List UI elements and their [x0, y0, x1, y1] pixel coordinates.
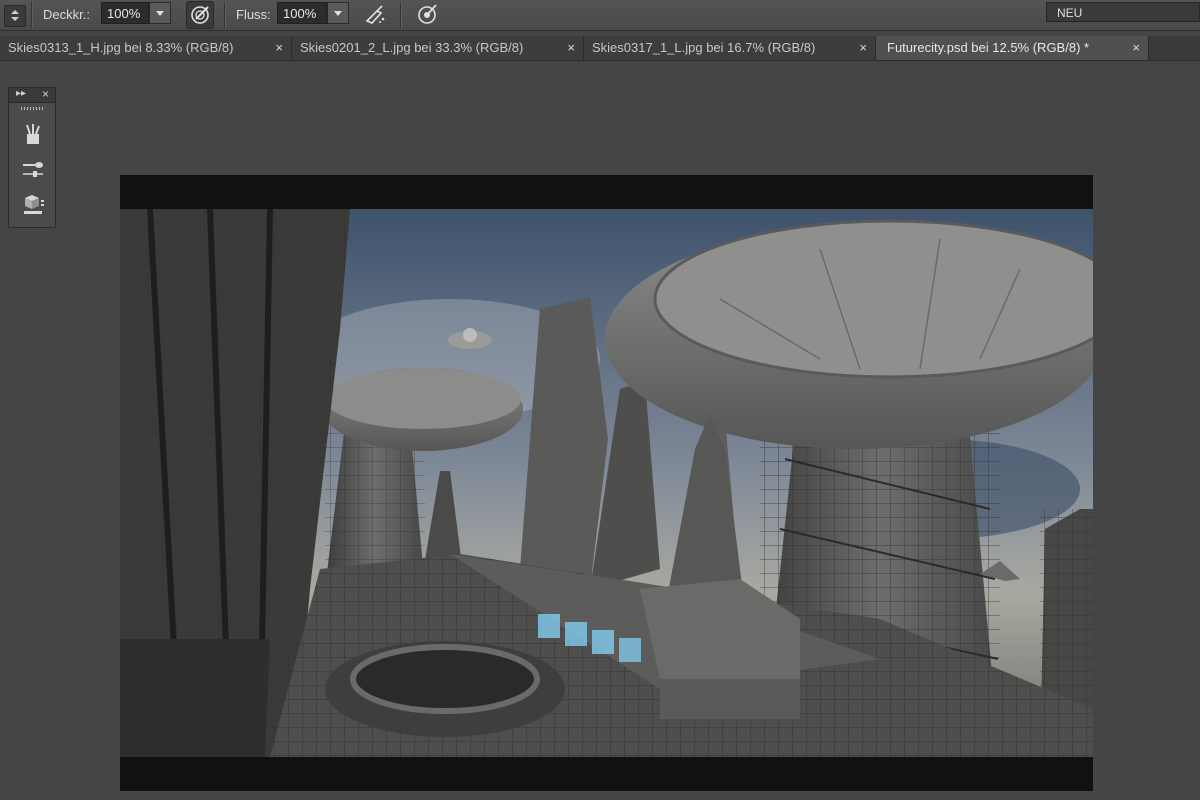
flow-input[interactable]: 100% [277, 2, 327, 24]
stepper-icon[interactable] [4, 5, 26, 27]
tab-skies0317[interactable]: Skies0317_1_L.jpg bei 16.7% (RGB/8) × [584, 36, 876, 60]
brush-presets-icon [26, 124, 40, 144]
panel-grip[interactable] [21, 107, 43, 110]
document-canvas[interactable] [120, 175, 1093, 791]
brush-settings-icon [23, 162, 43, 177]
pressure-opacity-icon [191, 6, 209, 24]
opacity-label: Deckkr.: [43, 7, 90, 22]
document-tab-bar: Skies0313_1_H.jpg bei 8.33% (RGB/8) × Sk… [0, 36, 1200, 61]
brush-settings-button[interactable] [21, 158, 45, 182]
airbrush-icon [365, 5, 385, 24]
pressure-opacity-button[interactable] [186, 1, 214, 29]
close-icon[interactable]: × [567, 36, 575, 60]
tab-futurecity[interactable]: Futurecity.psd bei 12.5% (RGB/8) * × [876, 36, 1149, 60]
workspace-switcher[interactable]: NEU [1046, 2, 1200, 22]
airbrush-button[interactable] [362, 1, 388, 27]
futurecity-artwork [120, 209, 1093, 757]
close-icon[interactable]: × [859, 36, 867, 60]
divider [400, 2, 402, 28]
options-bar: Deckkr.: 100% Fluss: 100% NEU [0, 0, 1200, 31]
pressure-size-button[interactable] [414, 1, 440, 27]
divider [224, 2, 226, 28]
tab-label: Skies0201_2_L.jpg bei 33.3% (RGB/8) [300, 40, 524, 55]
brush-panel-dock: ▸▸ × [8, 87, 56, 228]
brush-presets-button[interactable] [21, 122, 45, 146]
flow-dropdown-button[interactable] [327, 2, 349, 24]
tab-label: Skies0317_1_L.jpg bei 16.7% (RGB/8) [592, 40, 816, 55]
opacity-dropdown-button[interactable] [149, 2, 171, 24]
flow-label: Fluss: [236, 7, 271, 22]
clone-source-icon [24, 195, 44, 214]
close-icon[interactable]: × [42, 87, 49, 101]
close-icon[interactable]: × [275, 36, 283, 60]
clone-source-button[interactable] [21, 192, 45, 216]
tab-skies0201[interactable]: Skies0201_2_L.jpg bei 33.3% (RGB/8) × [292, 36, 584, 60]
collapse-icon[interactable]: ▸▸ [16, 88, 26, 99]
close-icon[interactable]: × [1132, 36, 1140, 60]
divider [31, 2, 33, 28]
tab-skies0313[interactable]: Skies0313_1_H.jpg bei 8.33% (RGB/8) × [0, 36, 292, 60]
tab-label: Skies0313_1_H.jpg bei 8.33% (RGB/8) [8, 40, 234, 55]
tab-label: Futurecity.psd bei 12.5% (RGB/8) * [887, 40, 1090, 55]
panel-header[interactable]: ▸▸ × [9, 87, 55, 103]
opacity-input[interactable]: 100% [101, 2, 149, 24]
pressure-size-icon [418, 4, 437, 24]
